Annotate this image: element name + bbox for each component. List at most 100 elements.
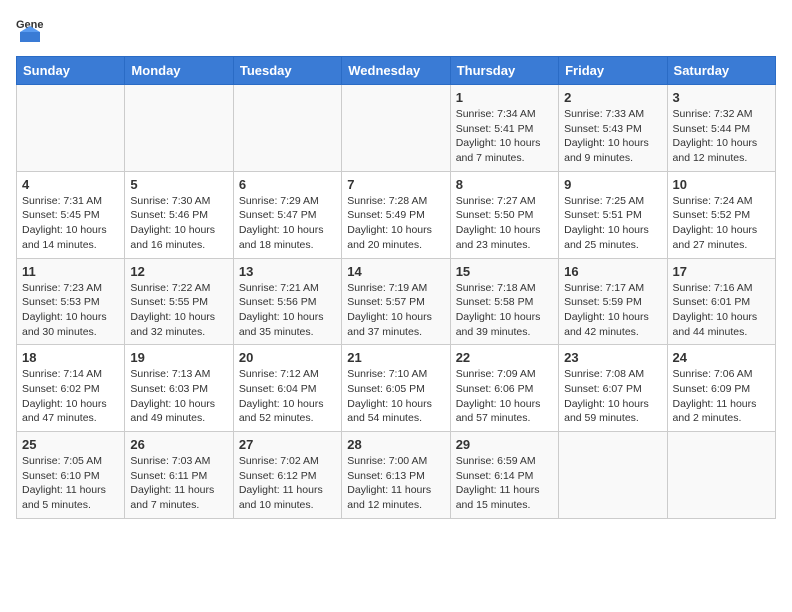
day-number: 8 (456, 177, 553, 192)
day-info: Sunrise: 7:08 AM Sunset: 6:07 PM Dayligh… (564, 367, 661, 426)
day-info: Sunrise: 7:05 AM Sunset: 6:10 PM Dayligh… (22, 454, 119, 513)
day-number: 26 (130, 437, 227, 452)
day-number: 12 (130, 264, 227, 279)
day-info: Sunrise: 7:09 AM Sunset: 6:06 PM Dayligh… (456, 367, 553, 426)
day-info: Sunrise: 7:24 AM Sunset: 5:52 PM Dayligh… (673, 194, 770, 253)
day-number: 28 (347, 437, 444, 452)
day-number: 20 (239, 350, 336, 365)
day-info: Sunrise: 7:13 AM Sunset: 6:03 PM Dayligh… (130, 367, 227, 426)
day-header-saturday: Saturday (667, 57, 775, 85)
day-number: 9 (564, 177, 661, 192)
day-number: 7 (347, 177, 444, 192)
calendar-cell (559, 432, 667, 519)
calendar-cell: 1 Sunrise: 7:34 AM Sunset: 5:41 PM Daylig… (450, 85, 558, 172)
calendar-cell: 6 Sunrise: 7:29 AM Sunset: 5:47 PM Daylig… (233, 171, 341, 258)
calendar-cell: 29Sunrise: 6:59 AM Sunset: 6:14 PM Dayli… (450, 432, 558, 519)
calendar-cell (125, 85, 233, 172)
logo-icon: General (16, 16, 44, 44)
day-info: Sunrise: 7:32 AM Sunset: 5:44 PM Dayligh… (673, 107, 770, 166)
header-row: SundayMondayTuesdayWednesdayThursdayFrid… (17, 57, 776, 85)
day-info: Sunrise: 7:16 AM Sunset: 6:01 PM Dayligh… (673, 281, 770, 340)
day-header-thursday: Thursday (450, 57, 558, 85)
day-info: Sunrise: 7:33 AM Sunset: 5:43 PM Dayligh… (564, 107, 661, 166)
header: General (16, 16, 776, 44)
day-number: 10 (673, 177, 770, 192)
calendar-header: SundayMondayTuesdayWednesdayThursdayFrid… (17, 57, 776, 85)
day-number: 25 (22, 437, 119, 452)
calendar-table: SundayMondayTuesdayWednesdayThursdayFrid… (16, 56, 776, 519)
calendar-cell: 23Sunrise: 7:08 AM Sunset: 6:07 PM Dayli… (559, 345, 667, 432)
logo: General (16, 16, 48, 44)
day-number: 27 (239, 437, 336, 452)
calendar-cell: 16 Sunrise: 7:17 AM Sunset: 5:59 PM Dayli… (559, 258, 667, 345)
day-info: Sunrise: 7:00 AM Sunset: 6:13 PM Dayligh… (347, 454, 444, 513)
day-info: Sunrise: 7:25 AM Sunset: 5:51 PM Dayligh… (564, 194, 661, 253)
calendar-cell: 15Sunrise: 7:18 AM Sunset: 5:58 PM Dayli… (450, 258, 558, 345)
week-row-3: 11 Sunrise: 7:23 AM Sunset: 5:53 PM Dayli… (17, 258, 776, 345)
day-header-monday: Monday (125, 57, 233, 85)
calendar-cell: 10 Sunrise: 7:24 AM Sunset: 5:52 PM Dayli… (667, 171, 775, 258)
day-info: Sunrise: 7:18 AM Sunset: 5:58 PM Dayligh… (456, 281, 553, 340)
day-info: Sunrise: 7:31 AM Sunset: 5:45 PM Dayligh… (22, 194, 119, 253)
calendar-cell: 12 Sunrise: 7:22 AM Sunset: 5:55 PM Dayli… (125, 258, 233, 345)
day-number: 2 (564, 90, 661, 105)
day-number: 4 (22, 177, 119, 192)
calendar-cell: 20 Sunrise: 7:12 AM Sunset: 6:04 PM Dayli… (233, 345, 341, 432)
calendar-cell (17, 85, 125, 172)
calendar-cell: 11 Sunrise: 7:23 AM Sunset: 5:53 PM Dayli… (17, 258, 125, 345)
week-row-1: 1 Sunrise: 7:34 AM Sunset: 5:41 PM Daylig… (17, 85, 776, 172)
day-header-wednesday: Wednesday (342, 57, 450, 85)
day-info: Sunrise: 7:27 AM Sunset: 5:50 PM Dayligh… (456, 194, 553, 253)
day-info: Sunrise: 7:06 AM Sunset: 6:09 PM Dayligh… (673, 367, 770, 426)
week-row-4: 18Sunrise: 7:14 AM Sunset: 6:02 PM Dayli… (17, 345, 776, 432)
calendar-cell: 7Sunrise: 7:28 AM Sunset: 5:49 PM Daylig… (342, 171, 450, 258)
day-info: Sunrise: 7:23 AM Sunset: 5:53 PM Dayligh… (22, 281, 119, 340)
calendar-cell: 21 Sunrise: 7:10 AM Sunset: 6:05 PM Dayli… (342, 345, 450, 432)
day-info: Sunrise: 7:34 AM Sunset: 5:41 PM Dayligh… (456, 107, 553, 166)
day-number: 13 (239, 264, 336, 279)
day-number: 1 (456, 90, 553, 105)
day-number: 14 (347, 264, 444, 279)
day-number: 5 (130, 177, 227, 192)
day-number: 21 (347, 350, 444, 365)
calendar-cell: 5Sunrise: 7:30 AM Sunset: 5:46 PM Daylig… (125, 171, 233, 258)
day-number: 16 (564, 264, 661, 279)
calendar-cell (233, 85, 341, 172)
week-row-5: 25 Sunrise: 7:05 AM Sunset: 6:10 PM Dayli… (17, 432, 776, 519)
calendar-cell: 14 Sunrise: 7:19 AM Sunset: 5:57 PM Dayli… (342, 258, 450, 345)
calendar-cell: 28 Sunrise: 7:00 AM Sunset: 6:13 PM Dayli… (342, 432, 450, 519)
day-header-friday: Friday (559, 57, 667, 85)
day-info: Sunrise: 7:12 AM Sunset: 6:04 PM Dayligh… (239, 367, 336, 426)
calendar-cell: 9 Sunrise: 7:25 AM Sunset: 5:51 PM Daylig… (559, 171, 667, 258)
calendar-cell: 27 Sunrise: 7:02 AM Sunset: 6:12 PM Dayli… (233, 432, 341, 519)
calendar-cell: 8 Sunrise: 7:27 AM Sunset: 5:50 PM Daylig… (450, 171, 558, 258)
calendar-cell (342, 85, 450, 172)
day-header-tuesday: Tuesday (233, 57, 341, 85)
day-info: Sunrise: 7:19 AM Sunset: 5:57 PM Dayligh… (347, 281, 444, 340)
day-info: Sunrise: 7:17 AM Sunset: 5:59 PM Dayligh… (564, 281, 661, 340)
day-number: 11 (22, 264, 119, 279)
day-number: 6 (239, 177, 336, 192)
day-info: Sunrise: 7:02 AM Sunset: 6:12 PM Dayligh… (239, 454, 336, 513)
calendar-cell: 3Sunrise: 7:32 AM Sunset: 5:44 PM Daylig… (667, 85, 775, 172)
day-number: 17 (673, 264, 770, 279)
calendar-body: 1 Sunrise: 7:34 AM Sunset: 5:41 PM Daylig… (17, 85, 776, 519)
calendar-cell: 2 Sunrise: 7:33 AM Sunset: 5:43 PM Daylig… (559, 85, 667, 172)
day-info: Sunrise: 7:29 AM Sunset: 5:47 PM Dayligh… (239, 194, 336, 253)
day-info: Sunrise: 7:22 AM Sunset: 5:55 PM Dayligh… (130, 281, 227, 340)
calendar-cell: 19Sunrise: 7:13 AM Sunset: 6:03 PM Dayli… (125, 345, 233, 432)
day-number: 22 (456, 350, 553, 365)
calendar-cell: 26 Sunrise: 7:03 AM Sunset: 6:11 PM Dayli… (125, 432, 233, 519)
day-info: Sunrise: 7:10 AM Sunset: 6:05 PM Dayligh… (347, 367, 444, 426)
day-number: 24 (673, 350, 770, 365)
calendar-cell: 13 Sunrise: 7:21 AM Sunset: 5:56 PM Dayli… (233, 258, 341, 345)
day-info: Sunrise: 7:21 AM Sunset: 5:56 PM Dayligh… (239, 281, 336, 340)
calendar-cell: 4 Sunrise: 7:31 AM Sunset: 5:45 PM Daylig… (17, 171, 125, 258)
day-number: 29 (456, 437, 553, 452)
calendar-cell: 18Sunrise: 7:14 AM Sunset: 6:02 PM Dayli… (17, 345, 125, 432)
calendar-cell: 25 Sunrise: 7:05 AM Sunset: 6:10 PM Dayli… (17, 432, 125, 519)
calendar-cell: 17 Sunrise: 7:16 AM Sunset: 6:01 PM Dayli… (667, 258, 775, 345)
day-info: Sunrise: 7:03 AM Sunset: 6:11 PM Dayligh… (130, 454, 227, 513)
calendar-cell: 24 Sunrise: 7:06 AM Sunset: 6:09 PM Dayli… (667, 345, 775, 432)
day-number: 18 (22, 350, 119, 365)
